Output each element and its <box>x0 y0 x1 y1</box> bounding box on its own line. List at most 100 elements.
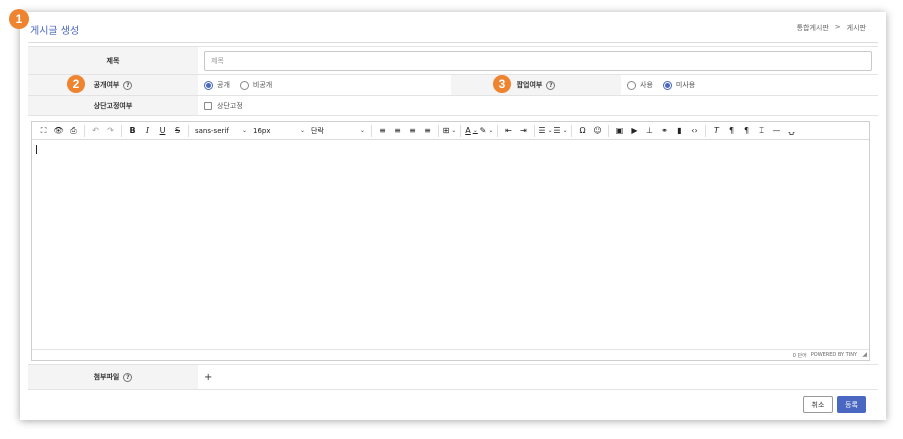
breadcrumb-separator: > <box>834 23 841 31</box>
attachment-label-text: 첨부파일 <box>93 373 120 381</box>
bold-icon[interactable]: B <box>125 124 140 138</box>
undo-icon[interactable]: ↶ <box>88 124 103 138</box>
editor-toolbar: ⛶ 👁 ⎙ ↶ ↷ B I U S sans-serif ⌄ 16px ⌄ 단락… <box>32 122 869 140</box>
block-format-value: 단락 <box>311 126 324 135</box>
redo-icon[interactable]: ↷ <box>103 124 118 138</box>
title-label: 제목 <box>28 47 198 74</box>
title-input-placeholder: 제목 <box>211 56 224 65</box>
public-option-public[interactable]: 공개 <box>204 80 230 90</box>
page-break-icon[interactable]: ⌶ <box>754 124 769 138</box>
public-label-text: 공개여부 <box>93 81 120 89</box>
radio-icon[interactable] <box>239 80 249 90</box>
public-option-private[interactable]: 비공개 <box>239 80 273 90</box>
title-input[interactable]: 제목 <box>204 50 872 71</box>
popup-option-use[interactable]: 사용 <box>627 80 653 90</box>
editor-statusbar: 0 단어 POWERED BY TINY <box>32 349 869 360</box>
submit-button[interactable]: 등록 <box>837 396 866 413</box>
radio-icon[interactable] <box>627 80 636 90</box>
public-option-public-label: 공개 <box>217 81 230 89</box>
nonbreaking-space-icon[interactable]: ⍽ <box>784 124 799 138</box>
help-icon[interactable]: ? <box>546 80 556 90</box>
pin-checkbox[interactable]: 상단고정 <box>204 101 243 111</box>
paragraph-icon[interactable]: ¶ <box>724 124 739 138</box>
form-card: 게시글 생성 통합게시판 > 게시판 제목 제목 공개여부 ? 공개 비공개 팝… <box>20 12 886 420</box>
page-title: 게시글 생성 <box>30 26 80 37</box>
public-label: 공개여부 ? <box>28 75 198 95</box>
bookmark-icon[interactable]: ▮ <box>672 124 687 138</box>
popup-option-use-label: 사용 <box>640 81 653 89</box>
pin-options: 상단고정 <box>198 96 253 115</box>
font-size-dropdown[interactable]: 16px ⌄ <box>250 127 308 135</box>
powered-by-link[interactable]: POWERED BY TINY <box>811 352 857 358</box>
resize-handle-icon[interactable]: ◢ <box>862 351 867 358</box>
breadcrumb: 통합게시판 > 게시판 <box>797 23 866 33</box>
preview-eye-icon[interactable]: 👁 <box>51 124 66 138</box>
show-blocks-icon[interactable]: ¶ <box>739 124 754 138</box>
public-option-private-label: 비공개 <box>252 81 273 89</box>
help-icon[interactable]: ? <box>123 372 133 382</box>
popup-label-text: 팝업여부 <box>516 81 543 89</box>
toolbar-divider <box>84 124 85 137</box>
toolbar-divider <box>608 124 609 137</box>
fullscreen-icon[interactable]: ⛶ <box>36 124 51 138</box>
table-icon[interactable]: ⊞ ⌄ <box>442 124 457 138</box>
underline-icon[interactable]: U <box>155 124 170 138</box>
toolbar-divider <box>571 124 572 137</box>
toolbar-divider <box>460 124 461 137</box>
title-row: 제목 제목 <box>28 46 878 75</box>
radio-selected-icon[interactable] <box>204 80 213 90</box>
strikethrough-icon[interactable]: S <box>170 124 185 138</box>
toolbar-divider <box>371 124 372 137</box>
add-file-icon[interactable]: + <box>204 372 212 383</box>
media-icon[interactable]: ▶ <box>627 124 642 138</box>
font-family-value: sans-serif <box>195 126 229 135</box>
font-family-dropdown[interactable]: sans-serif ⌄ <box>192 127 250 135</box>
outdent-icon[interactable]: ⇤ <box>501 124 516 138</box>
editor-content-area[interactable] <box>32 141 869 349</box>
title-field-cell: 제목 <box>198 47 872 74</box>
highlight-color-icon[interactable]: ✎ ⌄ <box>479 124 494 138</box>
help-icon[interactable]: ? <box>123 80 133 90</box>
visibility-row: 공개여부 ? 공개 비공개 팝업여부 ? 사용 미사용 <box>28 75 878 96</box>
popup-option-unused[interactable]: 미사용 <box>662 80 696 90</box>
word-count[interactable]: 0 단어 <box>793 352 807 359</box>
annotation-marker-2: 2 <box>67 75 85 93</box>
breadcrumb-item-board[interactable]: 게시판 <box>847 23 866 33</box>
cancel-button[interactable]: 취소 <box>803 396 833 413</box>
chevron-down-icon: ⌄ <box>299 127 305 134</box>
italic-icon[interactable]: I <box>140 124 155 138</box>
popup-option-unused-label: 미사용 <box>675 81 696 89</box>
code-icon[interactable]: ‹› <box>687 124 702 138</box>
breadcrumb-item-board-group[interactable]: 통합게시판 <box>797 23 829 33</box>
bullet-list-icon[interactable]: ☰ ⌄ <box>538 124 553 138</box>
special-character-icon[interactable]: Ω <box>575 124 590 138</box>
stamp-icon[interactable]: ⊥ <box>642 124 657 138</box>
align-center-icon[interactable]: ≡ <box>390 124 405 138</box>
attachment-cell: + <box>198 365 212 389</box>
align-right-icon[interactable]: ≡ <box>405 124 420 138</box>
align-justify-icon[interactable]: ≡ <box>420 124 435 138</box>
toolbar-divider <box>188 124 189 137</box>
emoji-icon[interactable]: ☺ <box>590 124 605 138</box>
pin-label: 상단고정여부 <box>28 96 198 115</box>
checkbox-icon[interactable] <box>204 101 212 110</box>
numbered-list-icon[interactable]: ☰ ⌄ <box>553 124 568 138</box>
attachment-row: 첨부파일 ? + <box>28 364 878 390</box>
align-left-icon[interactable]: ≡ <box>375 124 390 138</box>
title-divider <box>28 42 878 43</box>
block-format-dropdown[interactable]: 단락 ⌄ <box>308 126 368 136</box>
indent-icon[interactable]: ⇥ <box>516 124 531 138</box>
attachment-label: 첨부파일 ? <box>28 365 198 389</box>
radio-selected-icon[interactable] <box>662 80 672 90</box>
horizontal-rule-icon[interactable]: — <box>769 124 784 138</box>
toolbar-divider <box>534 124 535 137</box>
print-icon[interactable]: ⎙ <box>66 124 81 138</box>
image-icon[interactable]: ▣ <box>612 124 627 138</box>
toolbar-divider <box>438 124 439 137</box>
clear-format-icon[interactable]: T <box>709 124 724 138</box>
link-icon[interactable]: ⚭ <box>657 124 672 138</box>
text-color-icon[interactable]: A ⌄ <box>464 124 479 138</box>
title-label-text: 제목 <box>106 56 120 65</box>
toolbar-divider <box>121 124 122 137</box>
popup-options: 사용 미사용 <box>621 75 705 95</box>
